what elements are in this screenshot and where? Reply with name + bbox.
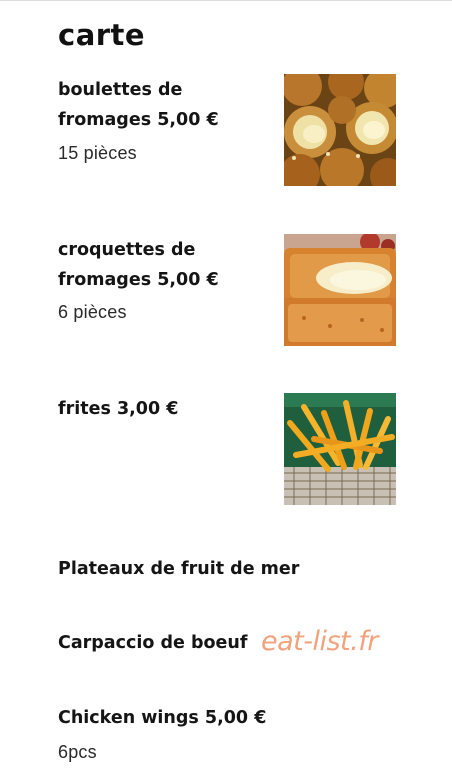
cheese-croquettes-photo xyxy=(284,234,396,346)
page-title: carte xyxy=(58,18,146,52)
menu-item-name: boulettes de fromages 5,00 € xyxy=(58,80,219,130)
menu-item-description: 6 pièces xyxy=(58,302,127,322)
menu-item-name: Chicken wings 5,00 € xyxy=(58,708,267,728)
cheese-balls-photo xyxy=(284,74,396,186)
menu-item-name: Plateaux de fruit de mer xyxy=(58,559,300,579)
top-divider xyxy=(0,0,452,1)
watermark-text: eat-list.fr xyxy=(261,626,378,657)
menu-item-name: frites 3,00 € xyxy=(58,399,179,419)
menu-item-description: 15 pièces xyxy=(58,143,137,163)
menu-item-name: croquettes de fromages 5,00 € xyxy=(58,240,219,290)
menu-item-description: 6pcs xyxy=(58,742,97,762)
fries-photo xyxy=(284,393,396,505)
